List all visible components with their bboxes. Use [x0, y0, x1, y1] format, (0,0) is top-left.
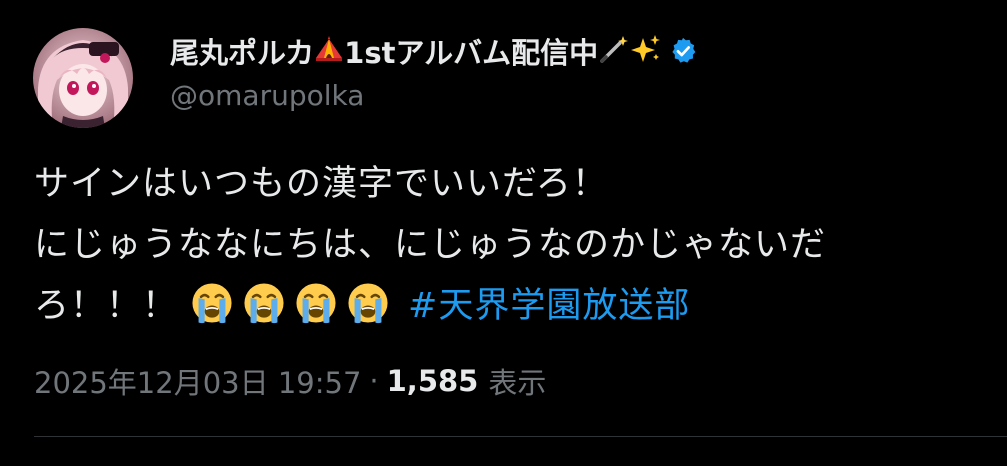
- avatar-image: [33, 28, 133, 128]
- divider: [34, 436, 1007, 437]
- hashtag-link[interactable]: #天界学園放送部: [408, 286, 690, 326]
- timestamp[interactable]: 2025年12月03日 19:57: [34, 360, 361, 402]
- tweet: 尾丸ポルカ 1stアルバム配信中 @omarupolka サインはいつもの漢字で…: [0, 0, 1007, 466]
- sparkles-icon: [630, 34, 662, 68]
- tweet-meta: 2025年12月03日 19:57 · 1,585 表示: [34, 360, 546, 402]
- tweet-text: サインはいつもの漢字でいいだろ！ にじゅうななにちは、にじゅうなのかじゃないだ …: [34, 154, 979, 337]
- tweet-line-3: ろ！！！ #天界学園放送部: [34, 276, 979, 337]
- loudly-crying-face-icon: [190, 281, 234, 325]
- name-row: 尾丸ポルカ 1stアルバム配信中: [170, 30, 698, 72]
- display-name-suffix[interactable]: 1stアルバム配信中: [344, 30, 598, 72]
- handle[interactable]: @omarupolka: [170, 79, 698, 112]
- views-count: 1,585: [386, 364, 479, 398]
- tweet-line-1: サインはいつもの漢字でいいだろ！: [34, 164, 608, 204]
- views-label: 表示: [488, 366, 547, 400]
- loudly-crying-face-icon: [242, 281, 286, 325]
- avatar[interactable]: [33, 28, 133, 128]
- loudly-crying-face-icon: [346, 281, 390, 325]
- circus-tent-icon: [314, 34, 344, 68]
- tweet-line-2: にじゅうななにちは、にじゅうなのかじゃないだ: [34, 225, 827, 265]
- display-name[interactable]: 尾丸ポルカ: [170, 30, 314, 72]
- loudly-crying-face-icon: [294, 281, 338, 325]
- verified-badge-icon[interactable]: [668, 36, 698, 66]
- crying-emoji-group: [190, 283, 398, 326]
- author-block: 尾丸ポルカ 1stアルバム配信中 @omarupolka: [170, 30, 698, 122]
- magic-wand-icon: [598, 34, 630, 68]
- meta-separator: ·: [369, 364, 379, 398]
- tweet-line-3-text: ろ！！！: [34, 286, 179, 326]
